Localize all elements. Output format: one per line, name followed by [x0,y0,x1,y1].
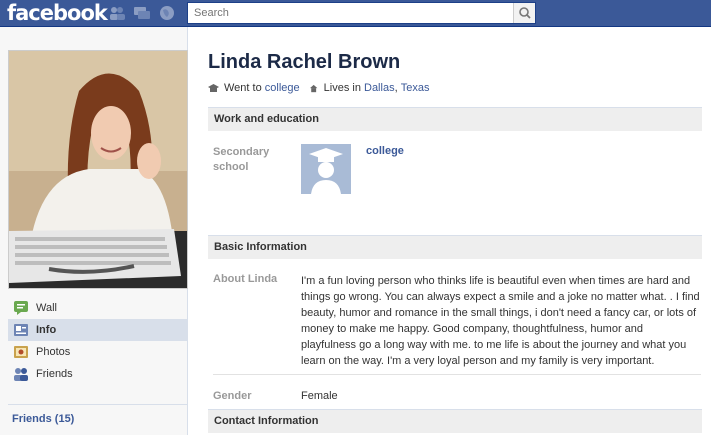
notifications-globe-icon[interactable] [158,5,176,21]
profile-name: Linda Rachel Brown [208,51,401,73]
nav-item-label: Info [36,324,57,336]
wall-icon [14,301,28,315]
label-line: school [213,161,249,173]
profile-summary: Went to college Lives in Dallas, Texas [208,82,429,94]
photos-icon [14,346,28,358]
friend-requests-icon[interactable] [108,5,126,21]
messages-icon[interactable] [133,5,151,21]
profile-picture[interactable] [8,50,188,289]
search-input[interactable] [188,3,512,23]
gender-value: Female [301,390,338,402]
went-to-school-link[interactable]: college [265,82,300,94]
graduation-cap-icon [301,144,351,194]
school-link[interactable]: college [366,145,404,157]
about-line: playfulness go a long way with me. to me… [301,339,687,351]
school-placeholder-image[interactable] [301,144,351,194]
city-link[interactable]: Dallas [364,82,395,94]
about-text: I'm a fun loving person who thinks life … [301,273,701,369]
search-button[interactable] [513,3,535,23]
nav-item-info[interactable]: Info [8,319,188,341]
about-line: beauty, humor and romance in the small t… [301,307,697,319]
nav-item-label: Friends [36,368,73,380]
section-header-work-education: Work and education [208,107,702,131]
section-header-contact-info: Contact Information [208,409,702,433]
went-to-prefix: Went to [224,82,262,94]
about-line: things go wrong. You can always expect a… [301,291,700,303]
facebook-logo[interactable]: facebook [7,1,108,25]
education-icon [208,83,219,92]
info-icon [14,324,28,336]
search-box [187,2,536,24]
profile-nav: Wall Info Photos Friends [8,297,188,385]
nav-item-photos[interactable]: Photos [8,341,188,363]
gender-label: Gender [213,390,252,402]
divider [8,404,187,405]
state-link[interactable]: Texas [401,82,430,94]
nav-item-label: Wall [36,302,57,314]
nav-item-label: Photos [36,346,71,358]
label-line: Secondary [213,146,270,158]
divider [213,374,701,375]
section-header-basic-info: Basic Information [208,235,702,259]
about-line: money to make me happy. Good company, th… [301,323,644,335]
secondary-school-label: Secondary school [213,145,269,175]
left-column: Wall Info Photos Friends Friends (15) [0,27,188,435]
nav-item-friends[interactable]: Friends [8,363,188,385]
friends-count-link[interactable]: Friends (15) [12,413,74,425]
friends-icon [14,368,28,381]
about-label: About Linda [213,273,278,285]
lives-in-prefix: Lives in [323,82,361,94]
search-icon [519,7,531,19]
location-separator: , [394,82,398,94]
about-line: learn on the way. I'm a very loyal perso… [301,355,655,367]
top-bar: facebook [0,0,711,27]
nav-item-wall[interactable]: Wall [8,297,188,319]
about-line: I'm a fun loving person who thinks life … [301,275,691,287]
home-icon [309,84,318,92]
